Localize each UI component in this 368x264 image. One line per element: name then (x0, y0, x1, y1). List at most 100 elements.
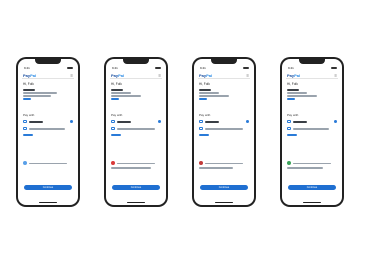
notch (35, 59, 61, 64)
radio-selected-icon[interactable] (158, 120, 161, 123)
payment-option[interactable] (23, 119, 73, 124)
shipping-address[interactable] (287, 89, 337, 101)
add-card-link[interactable] (23, 134, 33, 136)
radio-selected-icon[interactable] (334, 120, 337, 123)
app-header: PayPal ☰ (22, 73, 74, 79)
promo-row[interactable] (287, 161, 337, 170)
paypal-logo: PayPal (199, 73, 213, 78)
address-name (111, 89, 123, 91)
address-line (287, 95, 317, 97)
home-indicator (127, 202, 145, 203)
notch (211, 59, 237, 64)
promo-row[interactable] (199, 161, 249, 170)
card-label (205, 121, 219, 123)
address-name (287, 89, 299, 91)
add-card-link[interactable] (111, 134, 121, 136)
promo-text (29, 162, 67, 164)
payment-option[interactable] (111, 126, 161, 131)
promo-text (117, 162, 155, 164)
promo-row[interactable] (111, 161, 161, 170)
shipping-address[interactable] (23, 89, 73, 101)
battery-icon (243, 67, 249, 69)
card-label (29, 128, 65, 130)
promo-detail (199, 167, 233, 169)
phone-mockup-3: 9:41 PayPal ☰ Hi, Folk Pay with Continue (192, 57, 256, 207)
status-bar: 9:41 (194, 66, 254, 70)
card-icon (199, 120, 203, 123)
cart-icon[interactable]: ☰ (246, 74, 249, 78)
payment-option[interactable] (199, 126, 249, 131)
change-link[interactable] (287, 98, 295, 100)
phone-screen: 9:41 PayPal ☰ Hi, Folk Pay with Continue (18, 59, 78, 205)
continue-button[interactable]: Continue (200, 185, 248, 190)
address-line (199, 92, 219, 94)
promo-detail (287, 167, 323, 169)
home-indicator (303, 202, 321, 203)
cart-icon[interactable]: ☰ (70, 74, 73, 78)
payment-option[interactable] (111, 119, 161, 124)
status-bar: 9:41 (282, 66, 342, 70)
card-label (205, 128, 243, 130)
card-label (293, 121, 307, 123)
payment-section: Pay with (111, 113, 161, 137)
add-card-link[interactable] (199, 134, 209, 136)
paypal-logo: PayPal (287, 73, 301, 78)
card-icon (23, 127, 27, 130)
payment-option[interactable] (23, 126, 73, 131)
payment-heading: Pay with (199, 113, 211, 117)
cart-icon[interactable]: ☰ (334, 74, 337, 78)
radio-selected-icon[interactable] (246, 120, 249, 123)
card-label (293, 128, 329, 130)
payment-heading: Pay with (287, 113, 299, 117)
flag-icon (287, 161, 291, 165)
card-icon (111, 120, 115, 123)
battery-icon (155, 67, 161, 69)
payment-option[interactable] (199, 119, 249, 124)
address-name (199, 89, 211, 91)
promo-text (293, 162, 331, 164)
address-line (199, 95, 229, 97)
status-time: 9:41 (112, 66, 118, 70)
change-link[interactable] (111, 98, 119, 100)
app-header: PayPal ☰ (198, 73, 250, 79)
card-icon (111, 127, 115, 130)
home-indicator (39, 202, 57, 203)
address-line (111, 92, 131, 94)
card-label (117, 121, 131, 123)
flag-icon (199, 161, 203, 165)
payment-option[interactable] (287, 126, 337, 131)
cart-icon[interactable]: ☰ (158, 74, 161, 78)
phone-mockup-1: 9:41 PayPal ☰ Hi, Folk Pay with Continue (16, 57, 80, 207)
promo-row[interactable] (23, 161, 73, 166)
paypal-logo: PayPal (111, 73, 125, 78)
payment-section: Pay with (287, 113, 337, 137)
card-label (117, 128, 155, 130)
home-indicator (215, 202, 233, 203)
card-label (29, 121, 43, 123)
payment-heading: Pay with (23, 113, 35, 117)
status-bar: 9:41 (106, 66, 166, 70)
notch (299, 59, 325, 64)
change-link[interactable] (199, 98, 207, 100)
change-link[interactable] (23, 98, 31, 100)
battery-icon (67, 67, 73, 69)
battery-icon (331, 67, 337, 69)
address-line (287, 92, 307, 94)
shipping-address[interactable] (111, 89, 161, 101)
phone-mockup-4: 9:41 PayPal ☰ Hi, Folk Pay with Continue (280, 57, 344, 207)
phone-screen: 9:41 PayPal ☰ Hi, Folk Pay with Continue (194, 59, 254, 205)
payment-option[interactable] (287, 119, 337, 124)
payment-heading: Pay with (111, 113, 123, 117)
card-icon (287, 120, 291, 123)
greeting: Hi, Folk (287, 82, 298, 86)
shipping-address[interactable] (199, 89, 249, 101)
promo-text (205, 162, 243, 164)
radio-selected-icon[interactable] (70, 120, 73, 123)
paypal-logo: PayPal (23, 73, 37, 78)
address-line (111, 95, 141, 97)
continue-button[interactable]: Continue (24, 185, 72, 190)
add-card-link[interactable] (287, 134, 297, 136)
notch (123, 59, 149, 64)
continue-button[interactable]: Continue (288, 185, 336, 190)
continue-button[interactable]: Continue (112, 185, 160, 190)
